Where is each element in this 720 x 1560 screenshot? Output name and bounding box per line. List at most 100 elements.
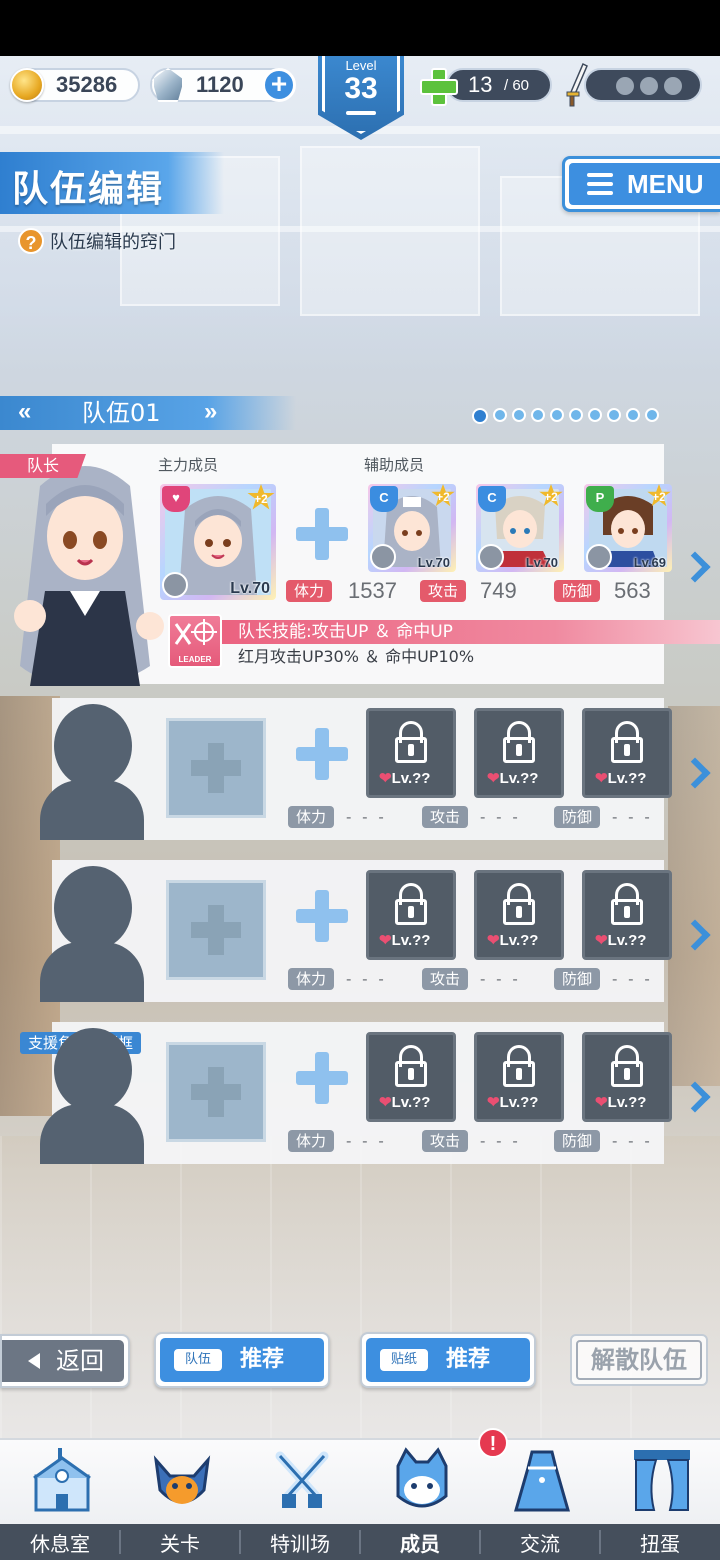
locked-support-slot[interactable]: ❤Lv.??: [582, 870, 672, 960]
atk-placeholder: - - -: [480, 1132, 521, 1150]
card-level: Lv.70: [230, 580, 270, 597]
locked-support-slot[interactable]: ❤Lv.??: [366, 1032, 456, 1122]
page-dot[interactable]: [512, 408, 526, 422]
support-member-card-3[interactable]: P +2 Lv.69: [584, 484, 672, 572]
stamina-counter: 13 / 60: [446, 68, 552, 102]
chevron-right-icon[interactable]: [684, 550, 704, 586]
team-recommend-label: 推荐: [240, 1347, 285, 1372]
chevron-right-icon[interactable]: [684, 756, 704, 792]
locked-support-slot[interactable]: ❤Lv.??: [366, 708, 456, 798]
school-building-icon: [30, 1446, 94, 1516]
tab-label: 交流: [520, 1532, 560, 1556]
back-label: 返回: [56, 1347, 104, 1375]
tab-label: 扭蛋: [640, 1532, 680, 1556]
hp-label: 体力: [288, 968, 335, 990]
locked-level: ❤Lv.??: [595, 770, 647, 787]
stamina-value: 13: [468, 72, 493, 97]
tab-dress[interactable]: 交流: [480, 1440, 600, 1560]
team-tag: 队伍: [172, 1347, 224, 1373]
page-dot[interactable]: [493, 408, 507, 422]
locked-level: ❤Lv.??: [379, 770, 431, 787]
locked-support-slot[interactable]: ❤Lv.??: [474, 870, 564, 960]
tab-crossed-swords[interactable]: 特训场: [240, 1440, 360, 1560]
team-recommend-button[interactable]: 队伍 推荐: [154, 1332, 330, 1388]
locked-level: ❤Lv.??: [379, 1094, 431, 1111]
plus-connector-icon: [296, 508, 348, 560]
plus-connector-icon: [296, 890, 348, 942]
atk-placeholder: - - -: [480, 808, 521, 826]
window-pane: [300, 146, 480, 316]
support-member-card-1[interactable]: C +2 Lv.70: [368, 484, 456, 572]
leader-skill-description: 红月攻击UP30% ＆ 命中UP10%: [238, 647, 475, 666]
plus-connector-icon: [296, 1052, 348, 1104]
leader-tag: 队长: [0, 454, 86, 478]
buy-gems-button[interactable]: +: [262, 68, 296, 102]
locked-support-slot[interactable]: ❤Lv.??: [474, 1032, 564, 1122]
page-dot[interactable]: [645, 408, 659, 422]
tab-mascot-face[interactable]: 成员: [360, 1440, 480, 1560]
page-dot[interactable]: [588, 408, 602, 422]
tab-school-building[interactable]: 休息室: [0, 1440, 120, 1560]
back-button[interactable]: 返回: [0, 1334, 130, 1388]
prev-party-button[interactable]: «: [18, 396, 31, 428]
hp-placeholder: - - -: [346, 808, 387, 826]
locked-level: ❤Lv.??: [487, 1094, 539, 1111]
leader-skill-icon: LEADER: [168, 614, 222, 668]
leader-badge-text: LEADER: [178, 655, 212, 664]
page-dot[interactable]: [472, 408, 488, 424]
hamburger-icon: [587, 173, 613, 195]
sticker-recommend-label: 推荐: [446, 1347, 491, 1372]
empty-leader-silhouette: [40, 1022, 150, 1164]
tab-divider: [359, 1530, 361, 1554]
card-level: Lv.70: [525, 555, 558, 570]
card-level: Lv.70: [417, 555, 450, 570]
support-member-label: 辅助成员: [364, 456, 425, 474]
locked-level: ❤Lv.??: [595, 1094, 647, 1111]
def-placeholder: - - -: [612, 1132, 653, 1150]
battle-ticket-counter: [584, 68, 702, 102]
empty-leader-silhouette: [40, 698, 150, 840]
support-member-card-2[interactable]: C +2 Lv.70: [476, 484, 564, 572]
page-dot[interactable]: [569, 408, 583, 422]
page-dot[interactable]: [531, 408, 545, 422]
dress-icon: [510, 1446, 574, 1516]
page-dot[interactable]: [607, 408, 621, 422]
tab-demon-mask[interactable]: 关卡: [120, 1440, 240, 1560]
atk-placeholder: - - -: [480, 970, 521, 988]
chevron-right-icon[interactable]: [684, 1080, 704, 1116]
tab-label: 特训场: [270, 1532, 330, 1556]
disband-team-button[interactable]: 解散队伍: [570, 1334, 708, 1386]
stamina-plus-icon[interactable]: [420, 68, 458, 106]
tab-divider: [599, 1530, 601, 1554]
page-dot[interactable]: [550, 408, 564, 422]
help-link[interactable]: ? 队伍编辑的窍门: [18, 228, 176, 254]
locked-support-slot[interactable]: ❤Lv.??: [474, 708, 564, 798]
sticker-recommend-button[interactable]: 贴纸 推荐: [360, 1332, 536, 1388]
empty-main-slot[interactable]: [166, 718, 266, 818]
chevron-right-icon[interactable]: [684, 918, 704, 954]
menu-label: MENU: [627, 169, 704, 199]
crossed-swords-icon: [270, 1446, 334, 1516]
def-label: 防御: [554, 806, 601, 828]
locked-level: ❤Lv.??: [595, 932, 647, 949]
notification-badge: !: [478, 1428, 508, 1458]
locked-level: ❤Lv.??: [487, 932, 539, 949]
next-party-button[interactable]: »: [204, 396, 217, 428]
page-title-band: 队伍编辑: [0, 152, 224, 214]
locked-level: ❤Lv.??: [487, 770, 539, 787]
main-member-card[interactable]: ♥ +2 Lv.70: [160, 484, 276, 600]
locked-support-slot[interactable]: ❤Lv.??: [582, 708, 672, 798]
empty-main-slot[interactable]: [166, 1042, 266, 1142]
def-label: 防御: [554, 968, 601, 990]
locked-support-slot[interactable]: ❤Lv.??: [582, 1032, 672, 1122]
locked-support-slot[interactable]: ❤Lv.??: [366, 870, 456, 960]
menu-button[interactable]: MENU: [562, 156, 720, 212]
empty-main-slot[interactable]: [166, 880, 266, 980]
atk-label: 攻击: [422, 806, 469, 828]
tab-divider: [479, 1530, 481, 1554]
page-dot[interactable]: [626, 408, 640, 422]
exp-bar: [346, 111, 376, 115]
tab-curtain-stage[interactable]: 扭蛋: [600, 1440, 720, 1560]
party-selector: « 队伍01 »: [0, 396, 296, 430]
plus-connector-icon: [296, 728, 348, 780]
